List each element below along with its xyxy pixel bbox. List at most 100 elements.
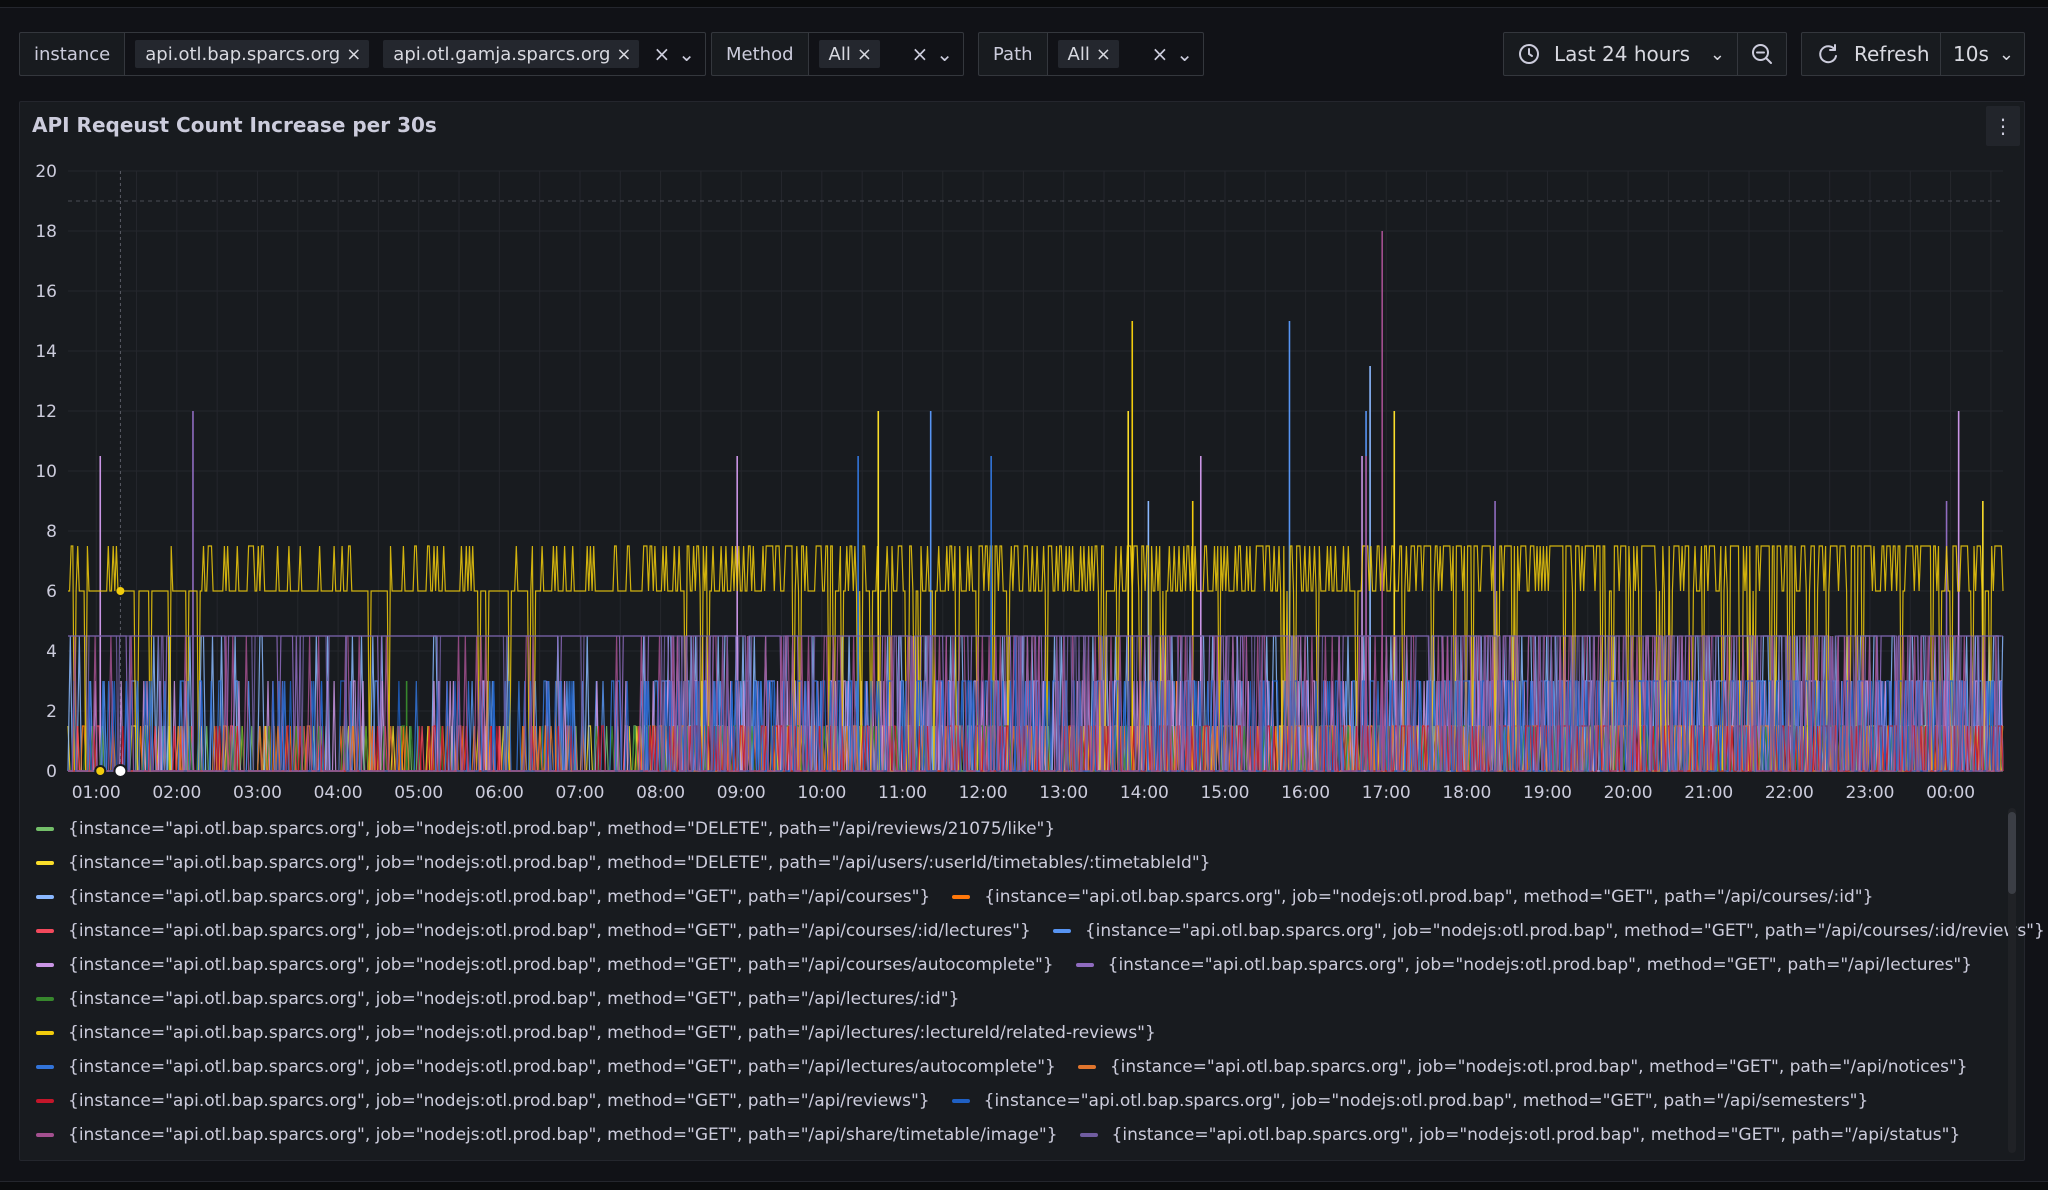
refresh-interval-label: 10s [1953, 42, 1989, 66]
legend-scroll-thumb[interactable] [2008, 812, 2016, 894]
legend-item[interactable]: {instance="api.otl.bap.sparcs.org", job=… [36, 819, 1055, 839]
method-variable: Method All × × ⌄ [711, 32, 964, 76]
legend-item[interactable]: {instance="api.otl.bap.sparcs.org", job=… [36, 955, 1054, 975]
legend-item[interactable]: {instance="api.otl.bap.sparcs.org", job=… [36, 853, 1210, 873]
legend-row: {instance="api.otl.bap.sparcs.org", job=… [36, 982, 1996, 1016]
legend-label: {instance="api.otl.bap.sparcs.org", job=… [68, 921, 1031, 941]
legend-item[interactable]: {instance="api.otl.bap.sparcs.org", job=… [1075, 955, 1973, 975]
legend-label: {instance="api.otl.bap.sparcs.org", job=… [1107, 955, 1973, 975]
path-chip: All × [1057, 40, 1119, 68]
y-tick-label: 10 [35, 462, 57, 482]
legend-item[interactable]: {instance="api.otl.bap.sparcs.org", job=… [36, 1091, 930, 1111]
refresh-interval-picker[interactable]: 10s ⌄ [1940, 32, 2025, 76]
x-tick-label: 09:00 [717, 783, 766, 802]
legend-swatch [36, 963, 54, 967]
x-tick-label: 17:00 [1362, 783, 1411, 802]
legend-row: {instance="api.otl.bap.sparcs.org", job=… [36, 914, 2045, 948]
legend-row: {instance="api.otl.bap.sparcs.org", job=… [36, 1118, 1996, 1152]
chevron-down-icon[interactable]: ⌄ [1176, 42, 1193, 66]
clock-icon [1519, 44, 1539, 64]
instance-chip-label: api.otl.bap.sparcs.org [145, 43, 341, 65]
x-tick-label: 23:00 [1845, 783, 1894, 802]
clear-icon[interactable]: × [653, 42, 670, 66]
legend-item[interactable]: {instance="api.otl.bap.sparcs.org", job=… [36, 887, 930, 907]
y-tick-label: 8 [46, 522, 57, 542]
legend-item[interactable]: {instance="api.otl.bap.sparcs.org", job=… [36, 1023, 1156, 1043]
x-tick-label: 06:00 [475, 783, 524, 802]
path-select[interactable]: All × × ⌄ [1046, 32, 1204, 76]
x-tick-label: 15:00 [1200, 783, 1249, 802]
legend-swatch [36, 827, 54, 831]
legend-item[interactable]: {instance="api.otl.bap.sparcs.org", job=… [1077, 1057, 1968, 1077]
legend-label: {instance="api.otl.bap.sparcs.org", job=… [1084, 921, 2045, 941]
instance-variable-label: instance [19, 32, 125, 76]
remove-chip-icon[interactable]: × [857, 44, 872, 65]
chevron-down-icon: ⌄ [1709, 43, 1725, 65]
legend-swatch [36, 1065, 54, 1069]
legend-row: {instance="api.otl.bap.sparcs.org", job=… [36, 1050, 1996, 1084]
x-tick-label: 22:00 [1765, 783, 1814, 802]
x-tick-label: 10:00 [797, 783, 846, 802]
y-tick-label: 6 [46, 582, 57, 602]
legend-item[interactable]: {instance="api.otl.bap.sparcs.org", job=… [36, 921, 1031, 941]
legend-label: {instance="api.otl.bap.sparcs.org", job=… [983, 1091, 1869, 1111]
instance-chip-label: api.otl.gamja.sparcs.org [393, 43, 611, 65]
legend-swatch [36, 1099, 54, 1103]
refresh-button[interactable]: Refresh [1801, 32, 1941, 76]
remove-chip-icon[interactable]: × [1096, 44, 1111, 65]
zoom-out-button[interactable] [1737, 32, 1787, 76]
legend-swatch [1077, 1065, 1096, 1069]
clear-icon[interactable]: × [1151, 42, 1168, 66]
instance-chip: api.otl.bap.sparcs.org × [135, 40, 370, 68]
legend-item[interactable]: {instance="api.otl.bap.sparcs.org", job=… [36, 1057, 1056, 1077]
remove-chip-icon[interactable]: × [616, 44, 631, 65]
zoom-out-icon [1752, 44, 1772, 64]
legend-label: {instance="api.otl.bap.sparcs.org", job=… [984, 887, 1874, 907]
legend-label: {instance="api.otl.bap.sparcs.org", job=… [68, 989, 960, 1009]
legend-swatch [36, 929, 54, 933]
legend-scrollbar[interactable] [2008, 808, 2016, 1153]
chevron-down-icon[interactable]: ⌄ [936, 42, 953, 66]
legend-item[interactable]: {instance="api.otl.bap.sparcs.org", job=… [951, 1091, 1869, 1111]
hover-point [113, 764, 128, 778]
legend-swatch [36, 895, 54, 899]
legend-label: {instance="api.otl.bap.sparcs.org", job=… [68, 1091, 930, 1111]
legend-item[interactable]: {instance="api.otl.bap.sparcs.org", job=… [952, 887, 1873, 907]
timeseries-panel: API Reqeust Count Increase per 30s ⋮ 024… [19, 101, 2045, 1161]
legend-item[interactable]: {instance="api.otl.bap.sparcs.org", job=… [36, 989, 959, 1009]
legend-swatch [1075, 963, 1094, 967]
legend-row: {instance="api.otl.bap.sparcs.org", job=… [36, 846, 1996, 880]
legend-label: {instance="api.otl.bap.sparcs.org", job=… [68, 1125, 1058, 1145]
chevron-down-icon[interactable]: ⌄ [678, 42, 695, 66]
x-tick-label: 12:00 [959, 783, 1008, 802]
legend-item[interactable]: {instance="api.otl.bap.sparcs.org", job=… [1052, 921, 2045, 941]
x-tick-label: 00:00 [1926, 783, 1975, 802]
remove-chip-icon[interactable]: × [346, 44, 361, 65]
path-variable-label: Path [978, 32, 1047, 76]
legend-item[interactable]: {instance="api.otl.bap.sparcs.org", job=… [36, 1125, 1058, 1145]
clear-icon[interactable]: × [911, 42, 928, 66]
time-range-picker[interactable]: Last 24 hours ⌄ [1503, 32, 1738, 76]
x-tick-label: 18:00 [1442, 783, 1491, 802]
legend-swatch [36, 997, 54, 1001]
legend-swatch [1052, 929, 1071, 933]
hover-point [94, 765, 107, 777]
method-chip: All × [818, 40, 880, 68]
instance-select[interactable]: api.otl.bap.sparcs.org × api.otl.gamja.s… [124, 32, 706, 76]
x-tick-label: 08:00 [636, 783, 685, 802]
legend-row: {instance="api.otl.bap.sparcs.org", job=… [36, 812, 1996, 846]
x-tick-label: 20:00 [1604, 783, 1653, 802]
y-tick-label: 0 [46, 762, 57, 782]
legend-item[interactable]: {instance="api.otl.bap.sparcs.org", job=… [1079, 1125, 1960, 1145]
refresh-icon [1819, 44, 1837, 64]
legend-label: {instance="api.otl.bap.sparcs.org", job=… [68, 955, 1054, 975]
method-select[interactable]: All × × ⌄ [807, 32, 964, 76]
legend-swatch [951, 1099, 970, 1103]
y-tick-label: 4 [46, 642, 57, 662]
legend-label: {instance="api.otl.bap.sparcs.org", job=… [1109, 1057, 1968, 1077]
hover-point [116, 587, 125, 595]
legend-row: {instance="api.otl.bap.sparcs.org", job=… [36, 948, 1996, 982]
x-tick-label: 11:00 [878, 783, 927, 802]
chart[interactable]: 0 2 4 6 8 10 12 14 16 18 20 01:00 02:00 03:00 04:00 05:… [20, 102, 2024, 802]
legend-label: {instance="api.otl.bap.sparcs.org", job=… [68, 1023, 1156, 1043]
